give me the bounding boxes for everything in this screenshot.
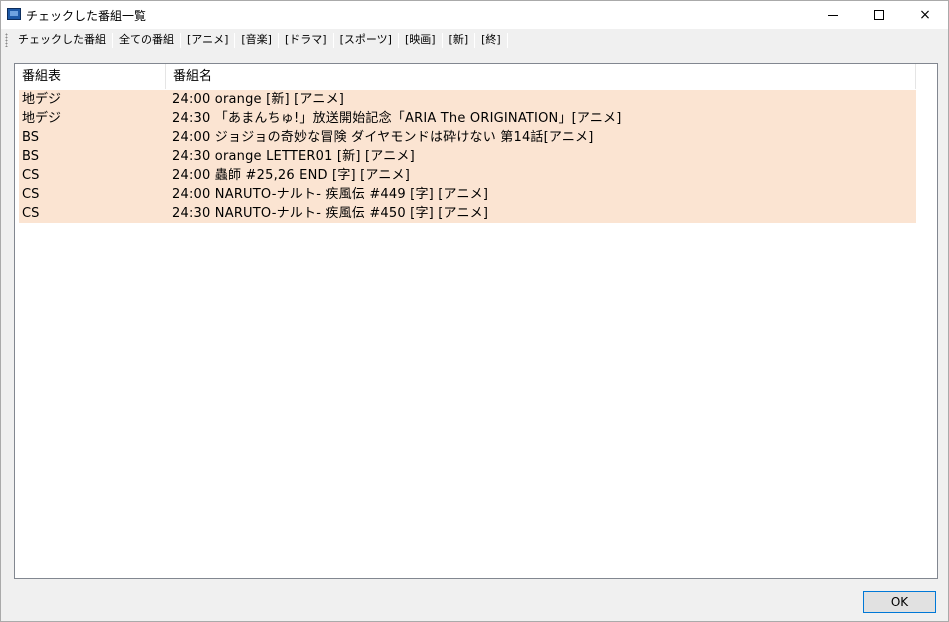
list-row[interactable]: 地デジ 24:00 orange [新] [アニメ] bbox=[19, 90, 916, 109]
ok-button[interactable]: OK bbox=[863, 591, 936, 613]
close-button[interactable]: × bbox=[902, 1, 948, 29]
row-program: 24:30 「あまんちゅ!」放送開始記念「ARIA The ORIGINATIO… bbox=[172, 111, 622, 126]
list-row[interactable]: CS 24:00 NARUTO-ナルト- 疾風伝 #449 [字] [アニメ] bbox=[19, 185, 916, 204]
app-window-icon bbox=[7, 8, 21, 20]
row-program: 24:30 NARUTO-ナルト- 疾風伝 #450 [字] [アニメ] bbox=[172, 206, 489, 221]
list-row[interactable]: BS 24:30 orange LETTER01 [新] [アニメ] bbox=[19, 147, 916, 166]
toolbar-filter-movie[interactable]: [映画] bbox=[399, 32, 442, 48]
toolbar-filter-drama[interactable]: [ドラマ] bbox=[279, 32, 333, 48]
program-list[interactable]: 番組表 番組名 地デジ 24:00 orange [新] [アニメ] 地デジ 2… bbox=[14, 63, 938, 579]
maximize-icon bbox=[874, 10, 884, 20]
row-channel: CS bbox=[22, 187, 40, 202]
row-channel: 地デジ bbox=[22, 92, 62, 107]
row-channel: BS bbox=[22, 149, 39, 164]
window-title: チェックした番組一覧 bbox=[26, 9, 147, 23]
list-row[interactable]: BS 24:00 ジョジョの奇妙な冒険 ダイヤモンドは砕けない 第14話[アニメ… bbox=[19, 128, 916, 147]
toolbar-filter-anime[interactable]: [アニメ] bbox=[181, 32, 234, 48]
toolbar-checked-programs[interactable]: チェックした番組 bbox=[12, 32, 112, 48]
minimize-icon bbox=[828, 14, 838, 16]
close-icon: × bbox=[919, 7, 931, 23]
row-program: 24:00 NARUTO-ナルト- 疾風伝 #449 [字] [アニメ] bbox=[172, 187, 489, 202]
column-header-channel[interactable]: 番組表 bbox=[15, 64, 166, 89]
column-header-program[interactable]: 番組名 bbox=[166, 64, 916, 89]
list-header: 番組表 番組名 bbox=[15, 64, 937, 89]
row-program: 24:00 orange [新] [アニメ] bbox=[172, 92, 345, 107]
list-row[interactable]: 地デジ 24:30 「あまんちゅ!」放送開始記念「ARIA The ORIGIN… bbox=[19, 109, 916, 128]
row-channel: CS bbox=[22, 168, 40, 183]
list-row[interactable]: CS 24:30 NARUTO-ナルト- 疾風伝 #450 [字] [アニメ] bbox=[19, 204, 916, 223]
toolbar-separator bbox=[506, 32, 508, 48]
row-channel: BS bbox=[22, 130, 39, 145]
toolbar-all-programs[interactable]: 全ての番組 bbox=[113, 32, 180, 48]
toolbar-filter-new[interactable]: [新] bbox=[443, 32, 475, 48]
toolbar-filter-sports[interactable]: [スポーツ] bbox=[334, 32, 398, 48]
row-program: 24:00 蟲師 #25,26 END [字] [アニメ] bbox=[172, 168, 411, 183]
checked-programs-window: チェックした番組一覧 × チェックした番組 全ての番組 [アニメ] [音楽] [… bbox=[0, 0, 949, 622]
minimize-button[interactable] bbox=[810, 1, 856, 29]
list-row[interactable]: CS 24:00 蟲師 #25,26 END [字] [アニメ] bbox=[19, 166, 916, 185]
title-bar[interactable]: チェックした番組一覧 × bbox=[1, 1, 948, 29]
row-program: 24:30 orange LETTER01 [新] [アニメ] bbox=[172, 149, 415, 164]
row-channel: CS bbox=[22, 206, 40, 221]
list-rows: 地デジ 24:00 orange [新] [アニメ] 地デジ 24:30 「あま… bbox=[19, 90, 916, 223]
toolbar-filter-final[interactable]: [終] bbox=[475, 32, 507, 48]
maximize-button[interactable] bbox=[856, 1, 902, 29]
row-program: 24:00 ジョジョの奇妙な冒険 ダイヤモンドは砕けない 第14話[アニメ] bbox=[172, 130, 594, 145]
row-channel: 地デジ bbox=[22, 111, 62, 126]
toolbar-filter-music[interactable]: [音楽] bbox=[235, 32, 278, 48]
filter-toolbar: チェックした番組 全ての番組 [アニメ] [音楽] [ドラマ] [スポーツ] [… bbox=[1, 29, 948, 51]
toolbar-grip[interactable] bbox=[5, 33, 8, 47]
